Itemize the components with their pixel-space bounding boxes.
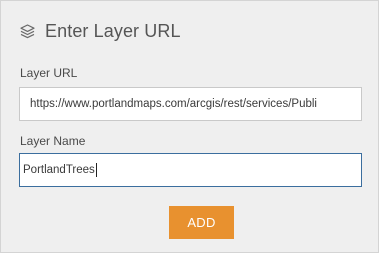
layer-name-label: Layer Name (20, 134, 86, 148)
text-caret (95, 162, 97, 177)
layer-url-input[interactable]: https://www.portlandmaps.com/arcgis/rest… (19, 87, 362, 121)
layers-icon (19, 23, 36, 40)
panel-header: Enter Layer URL (19, 20, 181, 42)
layer-name-value: PortlandTrees (23, 164, 95, 176)
add-layer-panel: Enter Layer URL Layer URL https://www.po… (0, 0, 379, 253)
panel-title: Enter Layer URL (45, 20, 181, 41)
layer-name-input[interactable]: PortlandTrees (19, 153, 362, 187)
add-button[interactable]: ADD (169, 206, 234, 239)
layer-url-label: Layer URL (20, 66, 78, 80)
